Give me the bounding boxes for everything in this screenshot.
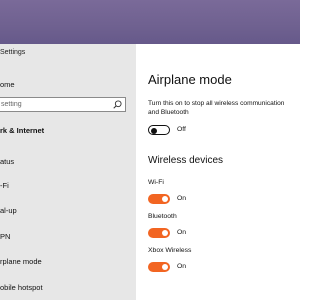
- search-box[interactable]: [0, 97, 126, 112]
- sidebar-item-mobile-hotspot[interactable]: obile hotspot: [0, 283, 43, 292]
- wifi-label: Wi-Fi: [148, 179, 164, 186]
- airplane-description: Turn this on to stop all wireless commun…: [148, 99, 308, 117]
- airplane-mode-state: Off: [177, 126, 186, 133]
- toggle-knob: [162, 264, 168, 270]
- description-line-1: Turn this on to stop all wireless commun…: [148, 100, 285, 107]
- sidebar-item-dialup[interactable]: al-up: [0, 206, 17, 215]
- bluetooth-label: Bluetooth: [148, 213, 177, 220]
- wifi-state: On: [177, 195, 187, 202]
- wifi-toggle[interactable]: [148, 194, 170, 204]
- desktop-wallpaper: [0, 0, 300, 44]
- search-input[interactable]: [1, 99, 109, 110]
- wireless-devices-heading: Wireless devices: [148, 155, 224, 166]
- description-line-2: and Bluetooth: [148, 109, 189, 116]
- sidebar-item-wifi[interactable]: -Fi: [0, 181, 9, 190]
- sidebar-item-status[interactable]: atus: [0, 157, 14, 166]
- toggle-knob: [162, 196, 168, 202]
- settings-content: Airplane mode Turn this on to stop all w…: [136, 44, 300, 300]
- sidebar-item-airplane-mode[interactable]: rplane mode: [0, 257, 42, 266]
- toggle-knob: [151, 127, 157, 134]
- xbox-wireless-label: Xbox Wireless: [148, 247, 192, 254]
- xbox-wireless-toggle[interactable]: [148, 262, 170, 272]
- sidebar-section-network: rk & Internet: [0, 126, 45, 135]
- sidebar-item-home[interactable]: ome: [0, 80, 15, 89]
- sidebar-item-vpn[interactable]: PN: [0, 232, 10, 241]
- settings-sidebar: Settings ome rk & Internet atus -Fi al-u…: [0, 44, 136, 300]
- airplane-mode-toggle[interactable]: [148, 125, 170, 135]
- bluetooth-toggle[interactable]: [148, 228, 170, 238]
- page-title: Airplane mode: [148, 72, 232, 87]
- search-icon[interactable]: [113, 100, 122, 109]
- xbox-wireless-state: On: [177, 263, 187, 270]
- bluetooth-state: On: [177, 229, 187, 236]
- window-title: Settings: [0, 49, 26, 56]
- toggle-knob: [162, 230, 168, 236]
